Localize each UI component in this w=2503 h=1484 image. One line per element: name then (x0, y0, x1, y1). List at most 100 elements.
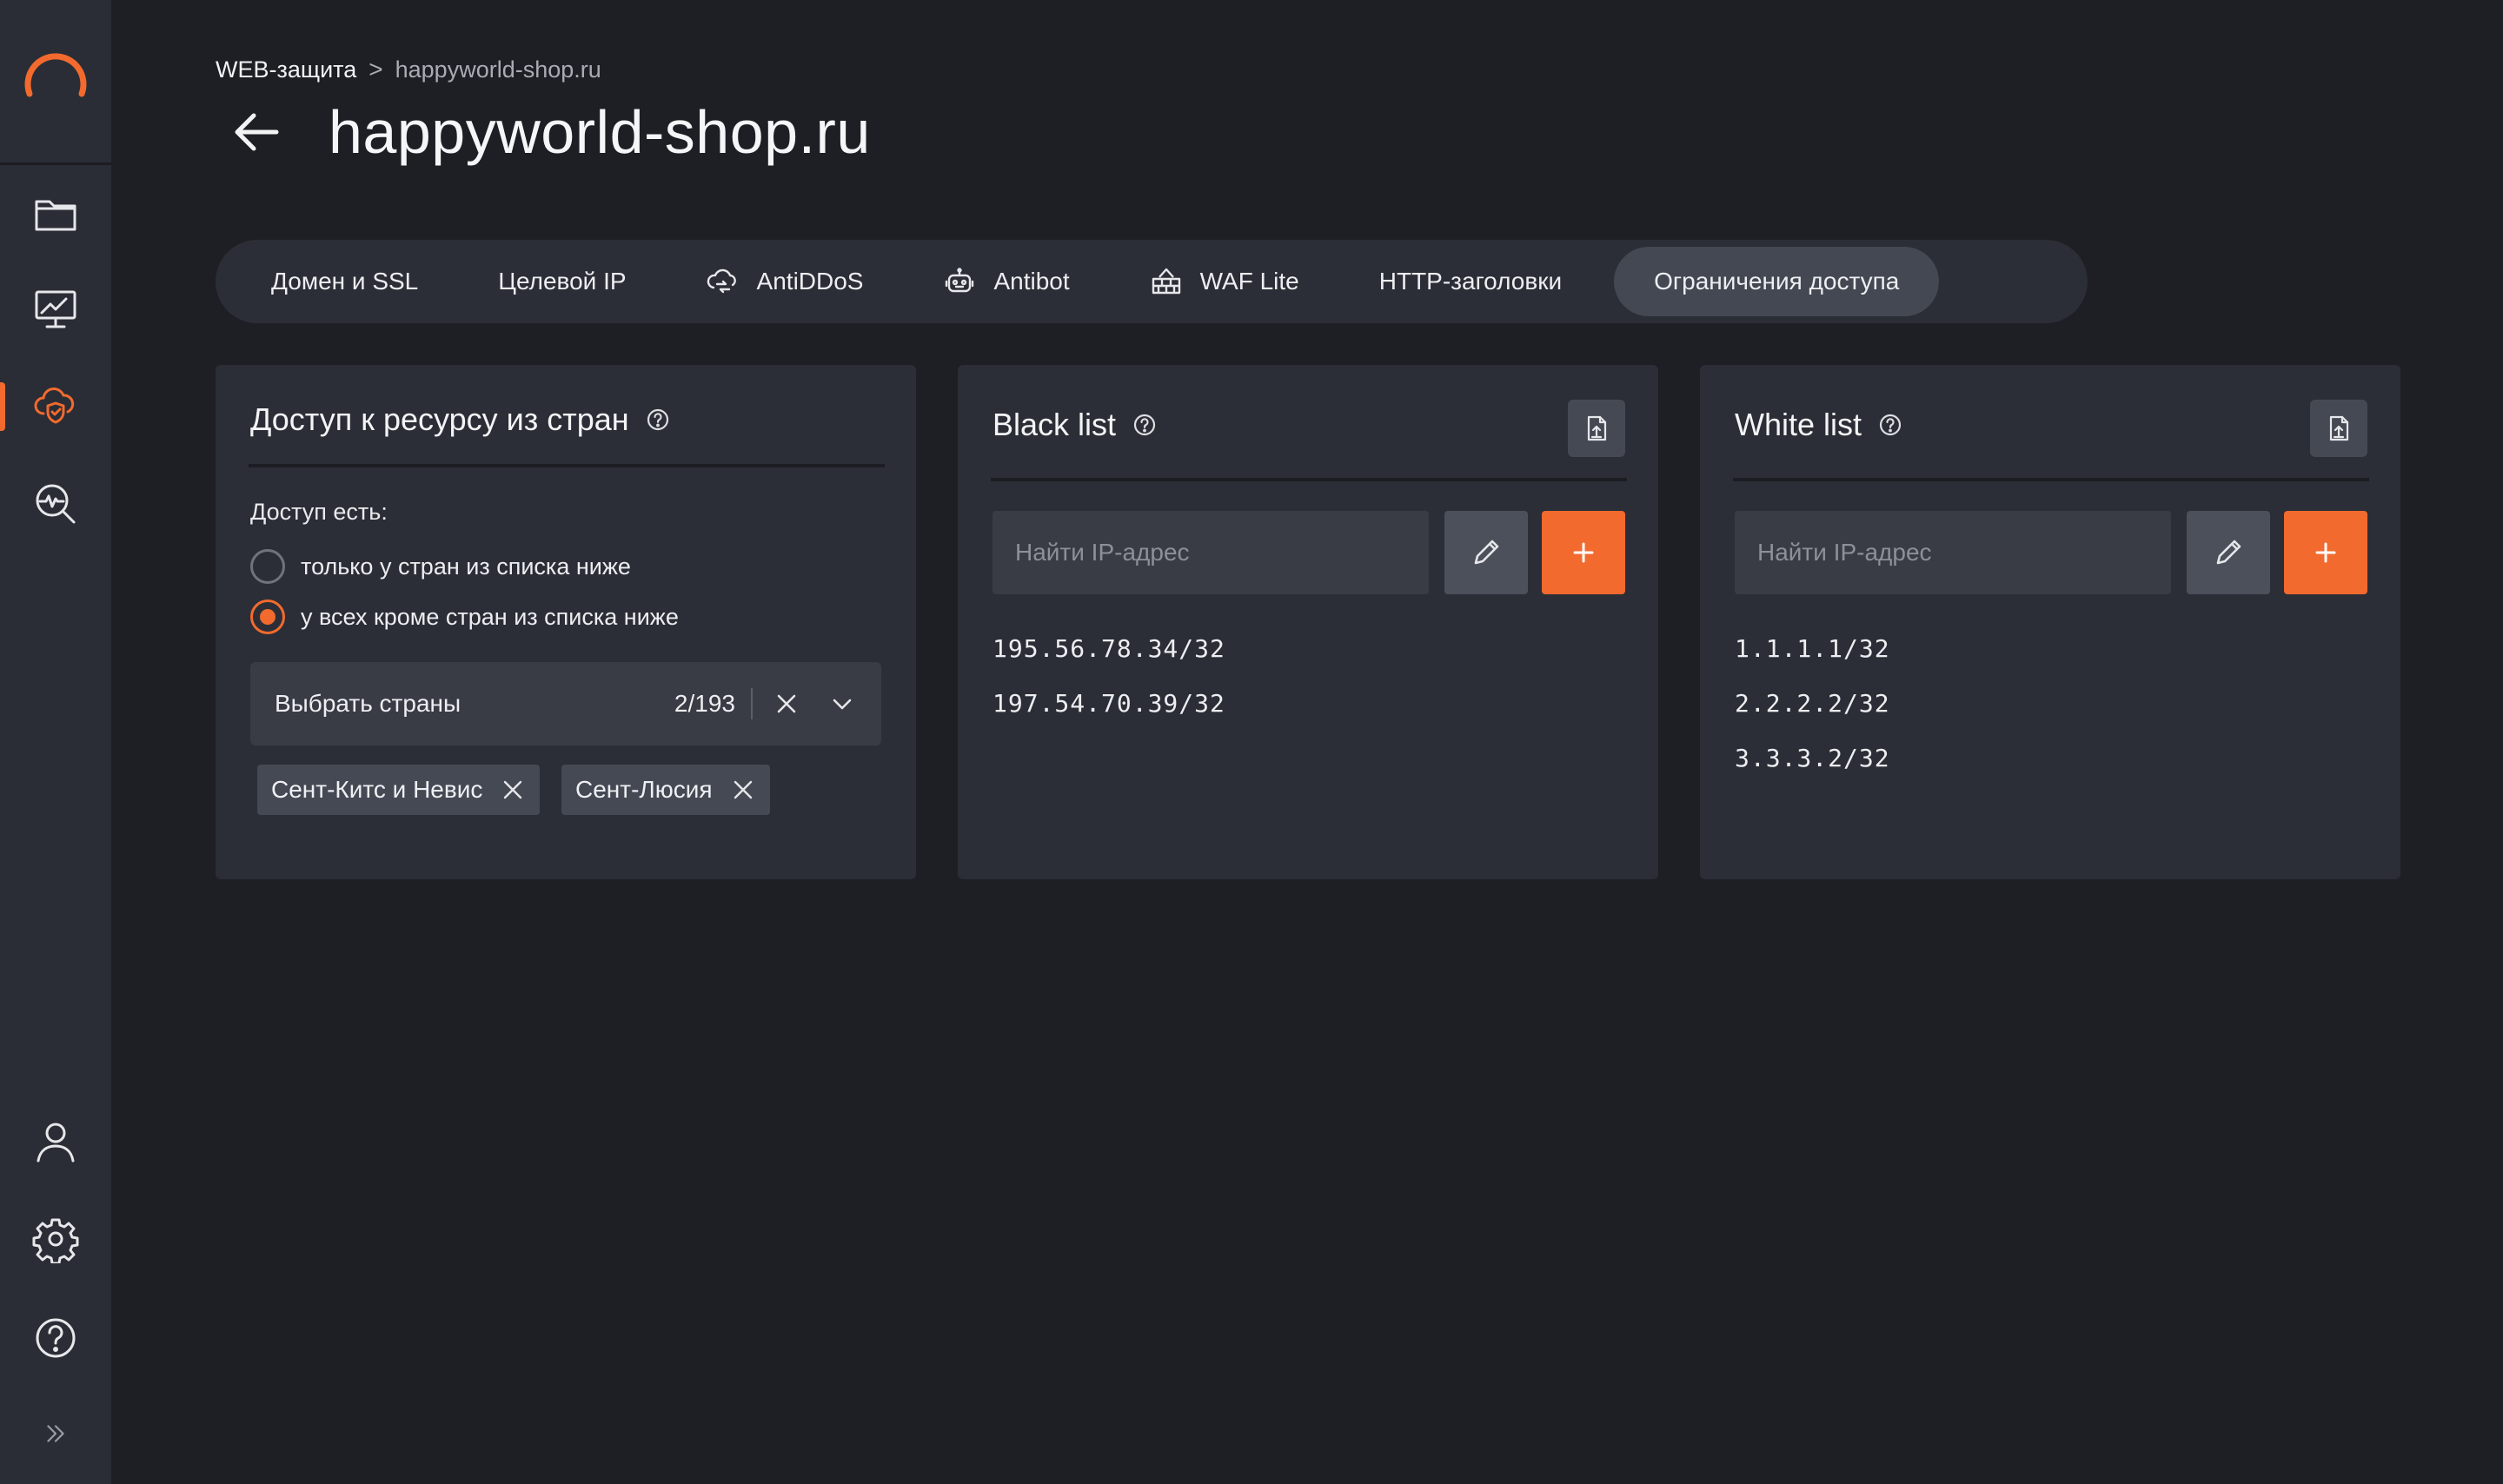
sidebar-item-resources[interactable] (0, 165, 111, 262)
tab-label: AntiDDoS (756, 268, 864, 295)
firewall-icon (1152, 268, 1180, 295)
question-circle-icon (647, 408, 668, 431)
antiddos-icon (707, 268, 736, 294)
logo-ring-icon (24, 52, 87, 96)
sidebar-item-help[interactable] (0, 1289, 111, 1387)
select-separator (751, 688, 753, 719)
tab-label: Домен и SSL (271, 268, 419, 295)
tab-label: HTTP-заголовки (1378, 268, 1563, 295)
tab-target-ip[interactable]: Целевой IP (458, 247, 666, 316)
breadcrumb: WEB-защита > happyworld-shop.ru (216, 56, 601, 83)
card-title: White list (1735, 407, 1862, 442)
radio-label: только у стран из списка ниже (301, 553, 631, 580)
geo-help-button[interactable] (645, 407, 671, 433)
whitelist-edit-button[interactable] (2187, 511, 2270, 594)
radio-all-except-listed[interactable]: у всех кроме стран из списка ниже (250, 600, 679, 634)
sidebar-item-profile[interactable] (0, 1093, 111, 1190)
card-divider (991, 478, 1627, 481)
ip-entry[interactable]: 195.56.78.34/32 (993, 634, 1225, 689)
tab-http-headers[interactable]: HTTP-заголовки (1339, 247, 1602, 316)
whitelist-help-button[interactable] (1877, 412, 1903, 438)
blacklist-card: Black list 195.56.78.34/32 197.54.70.39/… (958, 365, 1658, 879)
blacklist-upload-button[interactable] (1568, 400, 1625, 457)
whitelist-upload-button[interactable] (2310, 400, 2367, 457)
plus-icon (2315, 542, 2336, 563)
logo[interactable] (0, 0, 111, 165)
radio-only-listed[interactable]: только у стран из списка ниже (250, 549, 631, 584)
close-icon (777, 694, 796, 713)
back-button[interactable] (228, 103, 285, 161)
chip-label: Сент-Китс и Невис (271, 776, 483, 803)
gear-icon (32, 1218, 79, 1263)
remove-chip-button[interactable] (730, 777, 756, 803)
tab-label: WAF Lite (1199, 268, 1299, 295)
card-title: Black list (993, 407, 1117, 442)
sidebar-item-settings[interactable] (0, 1190, 111, 1288)
pencil-icon (2216, 540, 2241, 565)
radio-label: у всех кроме стран из списка ниже (301, 603, 679, 630)
tab-waf-lite[interactable]: WAF Lite (1110, 247, 1339, 316)
radio-button-checked[interactable] (250, 600, 285, 634)
blacklist-edit-button[interactable] (1444, 511, 1528, 594)
tab-label: Ограничения доступа (1654, 268, 1900, 295)
card-divider (1733, 478, 2369, 481)
breadcrumb-item-web-protection[interactable]: WEB-защита (216, 56, 356, 83)
card-header: Доступ к ресурсу из стран (250, 401, 671, 438)
select-dropdown-toggle[interactable] (827, 689, 857, 719)
blacklist-help-button[interactable] (1132, 412, 1158, 438)
selected-count: 2/193 (674, 690, 735, 717)
sidebar-item-web-protection[interactable] (0, 358, 111, 455)
robot-icon (946, 268, 974, 293)
radio-button[interactable] (250, 549, 285, 584)
country-select-placeholder: Выбрать страны (275, 690, 461, 717)
double-chevron-right-icon (47, 1425, 64, 1442)
tab-domain-ssl[interactable]: Домен и SSL (231, 247, 458, 316)
help-icon (36, 1318, 76, 1358)
sidebar-item-monitoring[interactable] (0, 261, 111, 358)
tab-bar: Домен и SSL Целевой IP AntiDDoS Antibot … (216, 240, 2088, 323)
plus-icon (1573, 542, 1594, 563)
geo-access-card: Доступ к ресурсу из стран Доступ есть: т… (216, 365, 916, 879)
monitor-chart-icon (35, 290, 76, 328)
tab-antibot[interactable]: Antibot (903, 247, 1109, 316)
remove-chip-button[interactable] (500, 777, 526, 803)
whitelist-search-input[interactable] (1735, 511, 2171, 594)
file-upload-icon (1587, 415, 1607, 441)
card-title: Доступ к ресурсу из стран (250, 401, 629, 437)
whitelist-card: White list 1.1.1.1/32 2.2.2.2/32 3.3.3.2… (1700, 365, 2400, 879)
tab-access-restrictions[interactable]: Ограничения доступа (1614, 247, 1940, 316)
card-header: White list (1735, 407, 1903, 443)
country-chip: Сент-Люсия (561, 765, 770, 815)
sidebar-expand[interactable] (0, 1385, 111, 1482)
ip-entry[interactable]: 2.2.2.2/32 (1735, 689, 1890, 744)
ip-entry[interactable]: 197.54.70.39/32 (993, 689, 1225, 744)
breadcrumb-item-domain: happyworld-shop.ru (395, 56, 601, 83)
clear-selection-button[interactable] (772, 689, 801, 719)
blacklist-ip-list: 195.56.78.34/32 197.54.70.39/32 (993, 634, 1225, 744)
chevron-down-icon (833, 699, 852, 710)
tab-label: Целевой IP (498, 268, 627, 295)
country-chip: Сент-Китс и Невис (257, 765, 541, 815)
folder-icon (35, 200, 76, 231)
question-circle-icon (1133, 414, 1156, 436)
arrow-left-icon (235, 113, 279, 151)
close-icon (734, 780, 752, 799)
sidebar-item-analytics[interactable] (0, 455, 111, 553)
chip-label: Сент-Люсия (575, 776, 713, 803)
ip-entry[interactable]: 1.1.1.1/32 (1735, 634, 1890, 689)
card-header: Black list (993, 407, 1158, 443)
country-select[interactable]: Выбрать страны 2/193 (250, 662, 881, 745)
breadcrumb-separator: > (368, 56, 383, 83)
question-circle-icon (1879, 414, 1902, 436)
tab-label: Antibot (993, 268, 1070, 295)
pencil-icon (1474, 540, 1499, 565)
page-title: happyworld-shop.ru (329, 98, 871, 166)
ip-entry[interactable]: 3.3.3.2/32 (1735, 744, 1890, 798)
blacklist-add-button[interactable] (1542, 511, 1625, 594)
whitelist-ip-list: 1.1.1.1/32 2.2.2.2/32 3.3.3.2/32 (1735, 634, 1890, 798)
whitelist-add-button[interactable] (2284, 511, 2367, 594)
tab-antiddos[interactable]: AntiDDoS (667, 247, 904, 316)
file-upload-icon (2329, 415, 2349, 441)
blacklist-search-input[interactable] (993, 511, 1429, 594)
close-icon (504, 780, 522, 799)
